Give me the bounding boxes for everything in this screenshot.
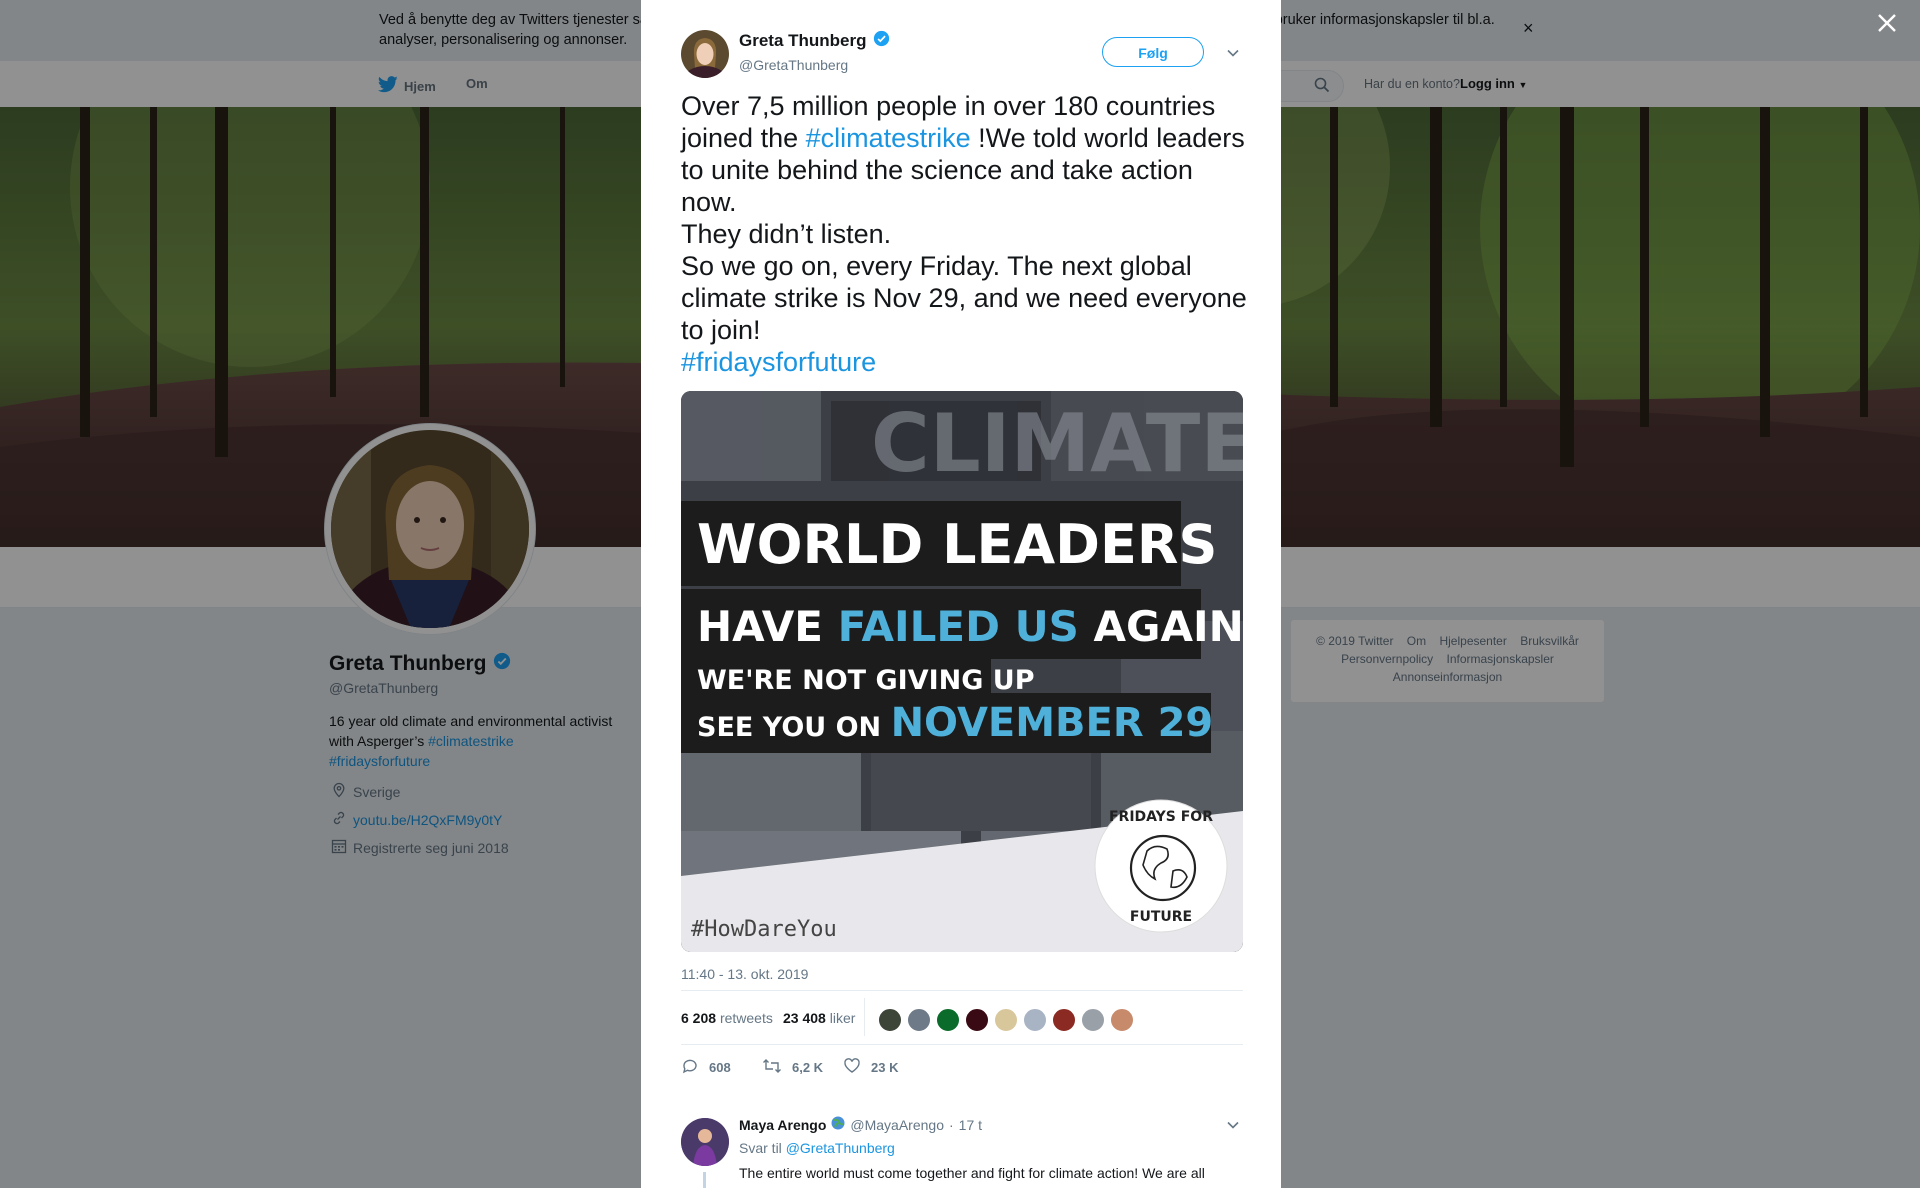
tweet-author-avatar[interactable] <box>681 30 729 78</box>
reply-text: The entire world must come together and … <box>739 1165 1205 1188</box>
modal-close-button[interactable] <box>1874 10 1900 42</box>
separator-dot: · <box>948 1116 954 1133</box>
tweet-text: Over 7,5 million people in over 180 coun… <box>681 90 1251 378</box>
tweet-author-name[interactable]: Greta Thunberg <box>739 30 890 52</box>
tweet-author-name-label: Greta Thunberg <box>739 31 867 50</box>
divider <box>681 1044 1243 1045</box>
reply-to: Svar til @GretaThunberg <box>739 1140 895 1156</box>
like-label: liker <box>829 1010 856 1026</box>
media-hashtag: #HowDareYou <box>691 917 837 942</box>
liker-avatar[interactable] <box>907 1008 931 1032</box>
tweet-text-line: They didn’t listen. <box>681 219 892 249</box>
retweet-count: 6 208 <box>681 1010 717 1026</box>
like-count-short: 23 K <box>871 1060 899 1075</box>
media-subline-2a: SEE YOU ON <box>697 712 891 743</box>
thread-line <box>703 1172 706 1188</box>
reply-to-handle-link[interactable]: @GretaThunberg <box>786 1140 895 1156</box>
reply-author-handle[interactable]: @MayaArengo <box>850 1117 944 1133</box>
reply-time[interactable]: 17 t <box>959 1117 982 1133</box>
media-subline-1: WE'RE NOT GIVING UP <box>697 665 1035 696</box>
liker-avatar[interactable] <box>878 1008 902 1032</box>
like-count: 23 408 <box>783 1010 826 1026</box>
liker-avatar[interactable] <box>1023 1008 1047 1032</box>
liker-avatar[interactable] <box>936 1008 960 1032</box>
media-headline-2c: AGAIN <box>1079 602 1243 651</box>
media-headline-1: WORLD LEADERS <box>697 513 1217 576</box>
retweet-stats[interactable]: 6 208 retweets <box>681 1010 773 1026</box>
tweet-media-image[interactable]: CLIMATE AC WORLD LEADERS HAVE FAILED US … <box>681 391 1243 952</box>
svg-text:HAVE FAILED US AGAIN: HAVE FAILED US AGAIN <box>697 602 1243 651</box>
verified-badge-icon <box>873 30 890 52</box>
tweet-hashtag-climatestrike[interactable]: #climatestrike <box>806 123 971 153</box>
close-icon <box>1878 14 1896 32</box>
liker-avatar[interactable] <box>1052 1008 1076 1032</box>
reply-author-name[interactable]: Maya Arengo <box>739 1117 826 1133</box>
media-bg-text: CLIMATE AC <box>871 397 1243 490</box>
retweet-button[interactable]: 6,2 K <box>762 1057 823 1078</box>
reply-header: Maya Arengo @MayaArengo · 17 t <box>739 1116 982 1133</box>
chevron-down-icon[interactable] <box>1226 45 1240 63</box>
media-headline-2b: FAILED US <box>838 602 1079 651</box>
media-subline-2b: NOVEMBER 29 <box>891 700 1214 746</box>
heart-icon <box>843 1057 861 1078</box>
retweet-count-short: 6,2 K <box>792 1060 824 1075</box>
reply-icon <box>681 1057 699 1078</box>
media-badge-top: FRIDAYS FOR <box>1109 809 1213 825</box>
retweet-label: retweets <box>719 1010 773 1026</box>
like-stats[interactable]: 23 408 liker <box>783 1010 855 1026</box>
stats-separator <box>864 998 865 1036</box>
tweet-author-handle[interactable]: @GretaThunberg <box>739 57 848 73</box>
like-button[interactable]: 23 K <box>843 1057 898 1078</box>
tweet-text-line: So we go on, every Friday. The next glob… <box>681 251 1247 345</box>
reply-button[interactable]: 608 <box>681 1057 731 1078</box>
follow-button[interactable]: Følg <box>1102 37 1204 67</box>
tweet-timestamp[interactable]: 11:40 - 13. okt. 2019 <box>681 966 808 982</box>
media-badge-bottom: FUTURE <box>1130 909 1192 925</box>
media-headline-2a: HAVE <box>697 602 838 651</box>
reply-count: 608 <box>709 1060 731 1075</box>
divider <box>681 990 1243 991</box>
liker-avatar[interactable] <box>994 1008 1018 1032</box>
retweet-icon <box>762 1057 782 1078</box>
globe-icon <box>831 1116 845 1133</box>
tweet-modal: Greta Thunberg @GretaThunberg Følg Over … <box>641 0 1281 1188</box>
reply-author-avatar[interactable] <box>681 1118 729 1166</box>
liker-avatar[interactable] <box>1110 1008 1134 1032</box>
liker-avatar[interactable] <box>965 1008 989 1032</box>
liker-avatar[interactable] <box>1081 1008 1105 1032</box>
chevron-down-icon[interactable] <box>1226 1117 1240 1135</box>
tweet-hashtag-fridaysforfuture[interactable]: #fridaysforfuture <box>681 347 876 377</box>
reply-to-label: Svar til <box>739 1140 782 1156</box>
